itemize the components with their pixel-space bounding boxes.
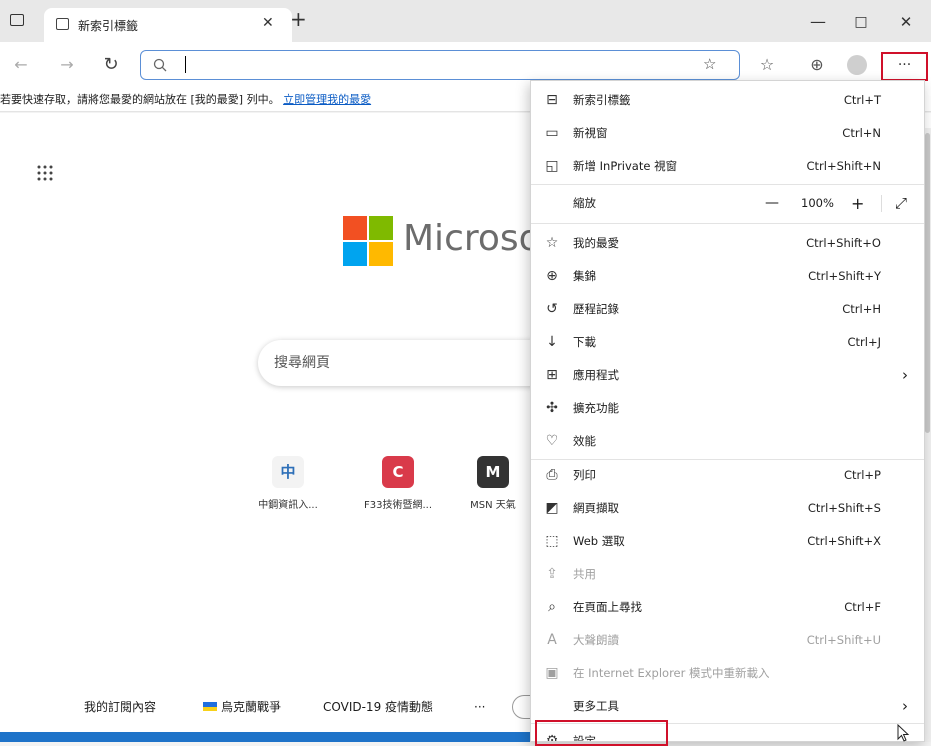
find-on-page-icon: ⌕ [548,599,556,615]
text-cursor [185,56,186,73]
menu-separator [531,184,924,185]
tab-new-tab[interactable]: 新索引標籤 ✕ [44,8,292,42]
quick-link-tile[interactable]: C F33技術暨網... [348,456,448,511]
feed-bar: 我的訂閱內容 烏克蘭戰爭 COVID-19 疫情動態 ··· [0,690,540,724]
microsoft-logo-text: Microso [403,218,541,259]
forward-arrow-icon[interactable]: → [52,50,82,80]
site-icon: C [382,456,414,488]
favorites-bar-prompt: 若要快速存取，請將您最愛的網站放在 [我的最愛] 列中。 [0,93,280,106]
menu-item-read-aloud: A 大聲朗讀 Ctrl+Shift+U [531,624,924,657]
collections-icon: ⊕ [546,268,558,284]
feed-more-button[interactable]: ··· [474,690,485,724]
zoom-in-button[interactable]: + [851,187,864,220]
zoom-divider [881,195,882,212]
inprivate-icon: ◱ [545,158,559,174]
add-favorite-star-icon[interactable]: ☆ [703,55,716,73]
quick-link-label: 中鋼資訊入... [258,500,318,511]
menu-item-print[interactable]: ⎙ 列印 Ctrl+P [531,459,924,492]
menu-item-downloads[interactable]: ↓ 下載 Ctrl+J [531,326,924,359]
quick-link-tile[interactable]: 中 中鋼資訊入... [238,456,338,511]
download-icon: ↓ [546,334,558,350]
address-input[interactable] [191,54,671,76]
web-search-box[interactable]: 搜尋網頁 [258,340,558,386]
settings-highlight-box [535,720,668,746]
minimize-button[interactable]: — [795,2,841,42]
settings-and-more-menu: ⊟ 新索引標籤 Ctrl+T ▭ 新視窗 Ctrl+N ◱ 新增 InPriva… [530,80,925,742]
menu-item-performance[interactable]: ♡ 效能 [531,425,924,458]
address-bar[interactable]: ☆ [140,50,740,80]
search-placeholder: 搜尋網頁 [274,355,330,371]
menu-item-history[interactable]: ↺ 歷程記錄 Ctrl+H [531,293,924,326]
ie-mode-icon: ▣ [545,665,559,681]
favorites-icon[interactable]: ☆ [752,50,782,80]
feed-topic-covid[interactable]: COVID-19 疫情動態 [323,690,433,724]
menu-item-apps[interactable]: ⊞ 應用程式 › [531,359,924,392]
menu-item-more-tools[interactable]: 更多工具 › [531,690,924,723]
menu-item-web-capture[interactable]: ◩ 網頁擷取 Ctrl+Shift+S [531,492,924,525]
app-launcher-icon[interactable] [36,164,54,182]
site-icon: M [477,456,509,488]
share-icon: ⇪ [546,566,558,582]
printer-icon: ⎙ [546,467,558,483]
back-arrow-icon[interactable]: ← [6,50,36,80]
feed-strip [0,732,540,742]
quick-link-tile[interactable]: M MSN 天氣 [458,456,528,511]
search-icon [153,58,167,72]
menu-item-find-on-page[interactable]: ⌕ 在頁面上尋找 Ctrl+F [531,591,924,624]
web-select-icon: ⬚ [545,533,559,549]
chevron-right-icon: › [902,366,908,384]
menu-item-web-select[interactable]: ⬚ Web 選取 Ctrl+Shift+X [531,525,924,558]
tab-title: 新索引標籤 [78,19,139,33]
my-feed-tab[interactable]: 我的訂閱內容 [84,690,156,724]
extensions-puzzle-icon: ✣ [546,400,558,416]
menu-item-ie-mode: ▣ 在 Internet Explorer 模式中重新載入 [531,657,924,690]
zoom-out-button[interactable]: — [765,187,779,220]
web-capture-icon: ◩ [545,500,559,516]
menu-item-favorites[interactable]: ☆ 我的最愛 Ctrl+Shift+O [531,227,924,260]
new-tab-page-icon [56,18,69,30]
apps-icon: ⊞ [546,367,558,383]
manage-favorites-link[interactable]: 立即管理我的最愛 [283,93,371,106]
mouse-pointer-icon [897,724,910,742]
fullscreen-icon[interactable]: ⤢ [895,187,907,220]
menu-separator [531,223,924,224]
performance-heart-icon: ♡ [545,433,559,449]
tab-close-icon[interactable]: ✕ [262,15,274,31]
history-icon: ↺ [546,301,558,317]
quick-link-label: MSN 天氣 [470,500,516,511]
favorites-list-icon: ☆ [545,235,559,251]
menu-item-new-tab[interactable]: ⊟ 新索引標籤 Ctrl+T [531,84,924,117]
menu-item-extensions[interactable]: ✣ 擴充功能 [531,392,924,425]
menu-item-share: ⇪ 共用 [531,558,924,591]
tab-actions-icon[interactable] [10,14,24,26]
scrollbar-thumb[interactable] [925,133,930,433]
menu-item-collections[interactable]: ⊕ 集錦 Ctrl+Shift+Y [531,260,924,293]
settings-and-more-button[interactable]: ··· [881,52,928,81]
collections-icon[interactable]: ⊕ [802,50,832,80]
maximize-button[interactable]: □ [838,2,884,42]
refresh-icon[interactable]: ↻ [96,50,126,80]
zoom-level: 100% [801,196,834,210]
new-tab-button[interactable]: + [290,7,307,31]
ukraine-flag-icon [203,702,217,711]
feed-topic-ukraine[interactable]: 烏克蘭戰爭 [221,690,281,724]
new-window-icon: ▭ [545,125,559,141]
menu-item-zoom: 縮放 — 100% + ⤢ [531,187,924,220]
microsoft-logo-icon [343,216,393,266]
new-tab-icon: ⊟ [546,92,558,108]
site-icon: 中 [272,456,304,488]
quick-link-label: F33技術暨網... [363,500,432,511]
read-aloud-icon: A [547,632,557,648]
profile-avatar[interactable] [847,55,867,75]
chevron-right-icon: › [902,697,908,715]
close-window-button[interactable]: ✕ [883,2,929,42]
menu-item-new-window[interactable]: ▭ 新視窗 Ctrl+N [531,117,924,150]
menu-item-new-inprivate[interactable]: ◱ 新增 InPrivate 視窗 Ctrl+Shift+N [531,150,924,183]
